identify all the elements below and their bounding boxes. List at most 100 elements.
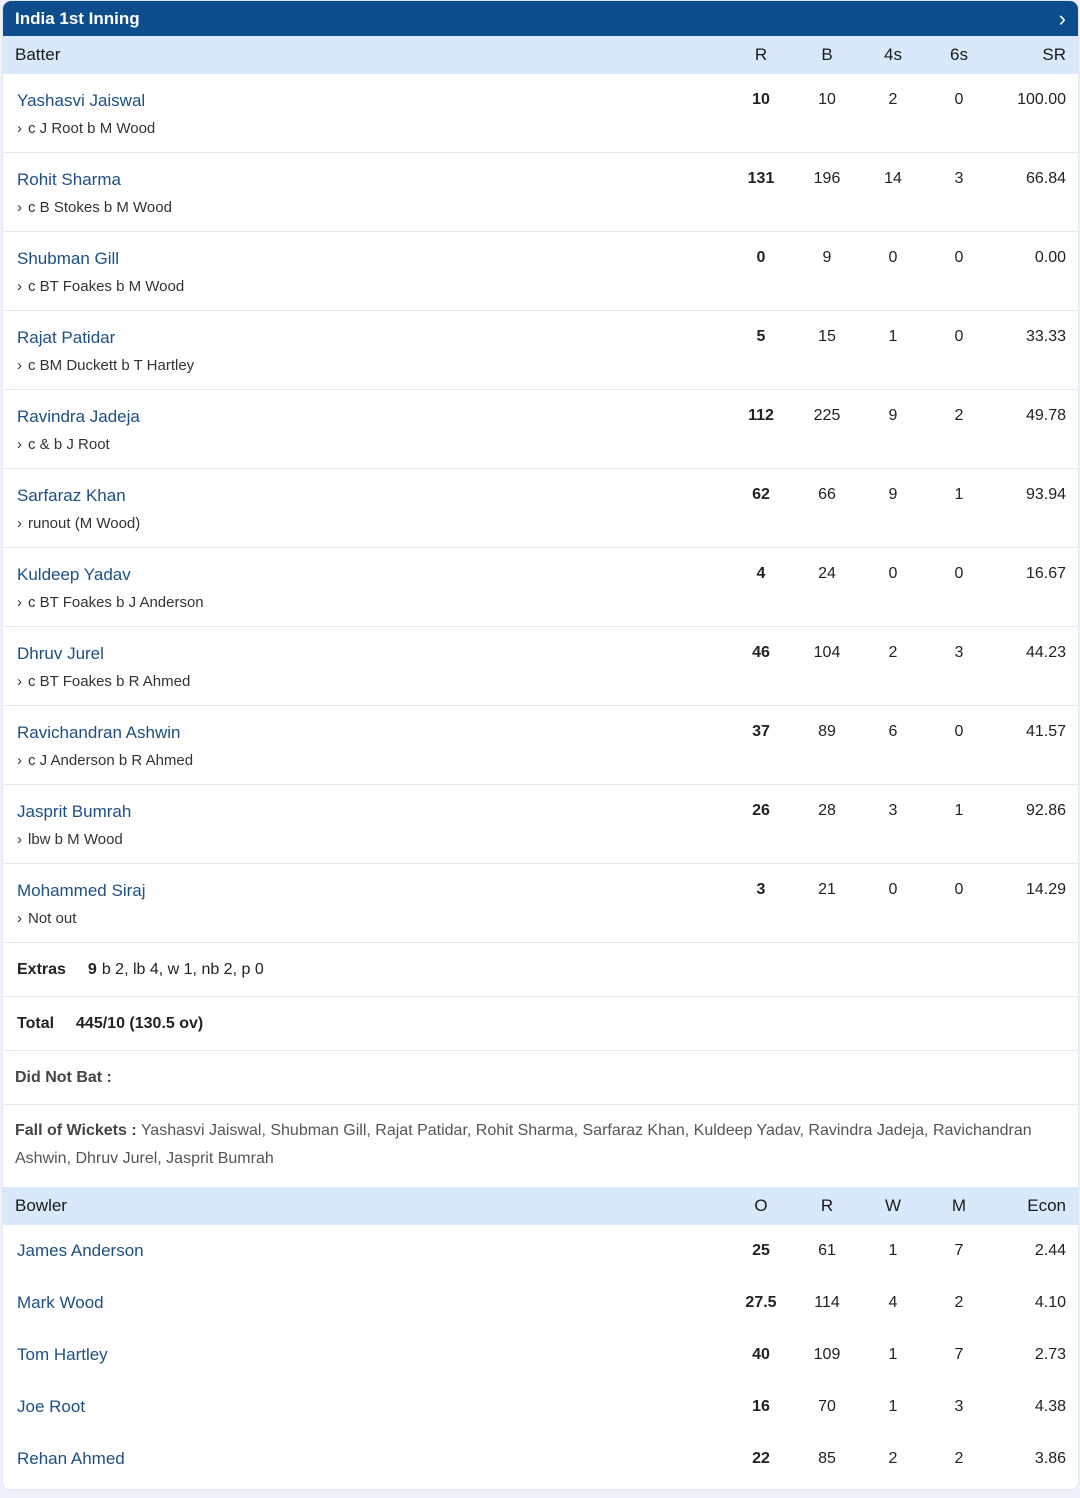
batter-balls: 104 [813,644,841,661]
batter-strike-rate: 44.23 [1025,644,1066,661]
batter-info: Dhruv Jurel › c BT Foakes b R Ahmed [3,627,728,690]
chevron-right-icon: › [17,278,22,295]
bowler-overs: 16 [752,1398,770,1415]
batter-runs: 62 [752,486,770,503]
total-value: 445/10 (130.5 ov) [76,1014,204,1032]
chevron-right-icon: › [17,752,22,769]
header-balls: B [821,45,833,64]
fow-label: Fall of Wickets : [15,1122,137,1139]
header-fours: 4s [884,45,902,64]
dismissal-text: lbw b M Wood [28,831,123,848]
batter-strike-rate: 14.29 [1025,881,1066,898]
batter-name[interactable]: Rajat Patidar [17,328,728,348]
bowler-runs: 85 [818,1450,836,1467]
batter-info: Ravindra Jadeja › c & b J Root [3,390,728,453]
chevron-right-icon: › [17,594,22,611]
batter-runs: 4 [756,565,766,582]
chevron-right-icon: › [17,199,22,216]
scorecard-card: India 1st Inning › Batter R B 4s 6s SR Y… [2,0,1079,1490]
batter-row: Shubman Gill › c BT Foakes b M Wood 0 9 0… [3,232,1078,311]
dismissal-text: runout (M Wood) [28,515,141,532]
batter-row: Rohit Sharma › c B Stokes b M Wood 131 19… [3,153,1078,232]
batter-runs: 10 [752,91,770,108]
batting-table-body: Yashasvi Jaiswal › c J Root b M Wood 10 1… [3,74,1078,943]
dismissal: › Not out [17,910,728,927]
chevron-right-icon[interactable]: › [1059,7,1066,30]
dismissal-text: c BM Duckett b T Hartley [28,357,195,374]
dismissal: › runout (M Wood) [17,515,728,532]
batter-runs: 37 [752,723,770,740]
chevron-right-icon: › [17,357,22,374]
batter-name[interactable]: Kuldeep Yadav [17,565,728,585]
innings-title: India 1st Inning [15,8,140,28]
dismissal: › c J Root b M Wood [17,120,728,137]
bowler-maidens: 3 [954,1398,964,1415]
batter-balls: 21 [818,881,836,898]
batter-balls: 15 [818,328,836,345]
batter-name[interactable]: Mohammed Siraj [17,881,728,901]
dismissal: › c BT Foakes b M Wood [17,278,728,295]
batter-info: Yashasvi Jaiswal › c J Root b M Wood [3,74,728,137]
batter-info: Ravichandran Ashwin › c J Anderson b R Ah… [3,706,728,769]
bowler-name[interactable]: Tom Hartley [3,1345,728,1365]
bowler-economy: 2.44 [1034,1242,1066,1259]
batter-name[interactable]: Yashasvi Jaiswal [17,91,728,111]
dismissal-text: c J Root b M Wood [28,120,156,137]
header-runs-conceded: R [820,1196,834,1215]
dismissal: › c J Anderson b R Ahmed [17,752,728,769]
header-runs: R [754,45,768,64]
innings-header[interactable]: India 1st Inning › [3,1,1078,36]
batter-name[interactable]: Shubman Gill [17,249,728,269]
bowler-overs: 25 [752,1242,770,1259]
batter-info: Jasprit Bumrah › lbw b M Wood [3,785,728,848]
batter-fours: 9 [888,407,898,424]
batter-name[interactable]: Dhruv Jurel [17,644,728,664]
batter-name[interactable]: Jasprit Bumrah [17,802,728,822]
bowler-runs: 61 [818,1242,836,1259]
batter-sixes: 0 [954,881,964,898]
batter-sixes: 3 [954,170,964,187]
batter-strike-rate: 93.94 [1025,486,1066,503]
bowler-runs: 70 [818,1398,836,1415]
dismissal-text: c BT Foakes b M Wood [28,278,185,295]
batter-info: Mohammed Siraj › Not out [3,864,728,927]
batter-balls: 225 [813,407,841,424]
header-wickets: W [884,1196,902,1215]
batter-fours: 1 [888,328,898,345]
bowler-name[interactable]: Rehan Ahmed [3,1449,728,1469]
batter-strike-rate: 49.78 [1025,407,1066,424]
bowler-name[interactable]: Joe Root [3,1397,728,1417]
batter-name[interactable]: Ravichandran Ashwin [17,723,728,743]
batter-row: Mohammed Siraj › Not out 3 21 0 0 14.29 [3,864,1078,943]
batter-row: Ravindra Jadeja › c & b J Root 112 225 9 … [3,390,1078,469]
batter-runs: 131 [747,170,775,187]
bowler-name[interactable]: Mark Wood [3,1293,728,1313]
dismissal-text: Not out [28,910,77,927]
batter-sixes: 0 [954,723,964,740]
batter-name[interactable]: Sarfaraz Khan [17,486,728,506]
batter-runs: 5 [756,328,766,345]
bowler-overs: 22 [752,1450,770,1467]
dismissal-text: c BT Foakes b J Anderson [28,594,204,611]
batter-fours: 3 [888,802,898,819]
batter-row: Rajat Patidar › c BM Duckett b T Hartley … [3,311,1078,390]
bowler-name[interactable]: James Anderson [3,1241,728,1261]
header-maidens: M [951,1196,967,1215]
dismissal: › c & b J Root [17,436,728,453]
batter-fours: 2 [888,91,898,108]
header-bowler: Bowler [15,1196,67,1215]
batter-name[interactable]: Rohit Sharma [17,170,728,190]
bowler-economy: 3.86 [1034,1450,1066,1467]
dismissal: › lbw b M Wood [17,831,728,848]
batter-row: Dhruv Jurel › c BT Foakes b R Ahmed 46 10… [3,627,1078,706]
batting-table-header: Batter R B 4s 6s SR [3,36,1078,74]
extras-row: Extras 9 b 2, lb 4, w 1, nb 2, p 0 [3,943,1078,997]
bowler-wickets: 2 [888,1450,898,1467]
batter-strike-rate: 0.00 [1034,249,1066,266]
batter-name[interactable]: Ravindra Jadeja [17,407,728,427]
dismissal: › c BT Foakes b J Anderson [17,594,728,611]
bowler-row: Tom Hartley 40 109 1 7 2.73 [3,1329,1078,1381]
batter-balls: 9 [822,249,832,266]
chevron-right-icon: › [17,831,22,848]
chevron-right-icon: › [17,673,22,690]
